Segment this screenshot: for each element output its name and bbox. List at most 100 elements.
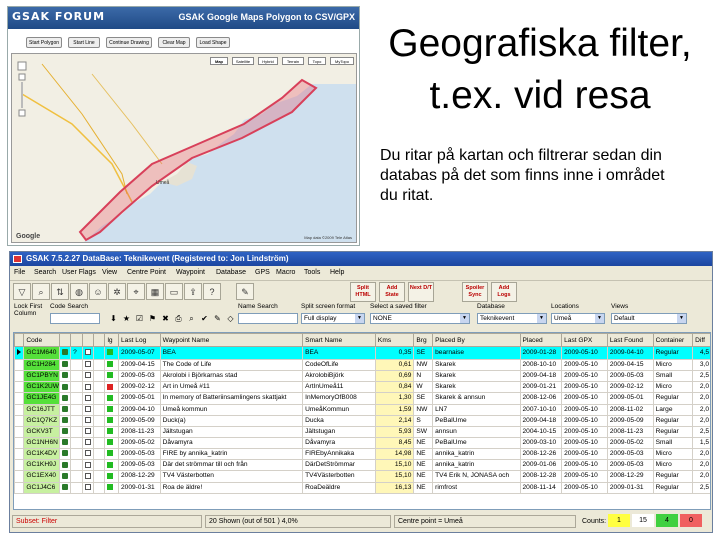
cell-lg-icon[interactable] bbox=[104, 459, 119, 472]
cell-waypoint-name[interactable]: FIRE by annika_katrin bbox=[159, 448, 304, 461]
cell-status-icon[interactable] bbox=[93, 448, 106, 461]
load-shape-button[interactable]: Load Shape bbox=[196, 37, 230, 48]
cell-found-icon[interactable] bbox=[70, 403, 83, 416]
zoom-out-button[interactable] bbox=[18, 109, 26, 117]
cell-kms[interactable]: 14,98 bbox=[374, 448, 415, 461]
cell-last-gpx[interactable]: 2009-05-10 bbox=[561, 346, 608, 360]
cell-code[interactable]: GC1H284 bbox=[23, 358, 60, 372]
cell-container[interactable]: Regular bbox=[652, 414, 694, 427]
cell-last-found[interactable]: 2008-12-29 bbox=[606, 470, 654, 483]
column-header-lg[interactable]: lg bbox=[104, 333, 119, 347]
cell-cache-type-icon[interactable] bbox=[58, 346, 72, 360]
cell-last-gpx[interactable]: 2009-05-10 bbox=[561, 381, 608, 394]
cell-last-log[interactable]: 2009-05-01 bbox=[117, 392, 161, 405]
cell-user-flag-icon[interactable] bbox=[81, 346, 95, 360]
cell-waypoint-name[interactable]: Jältstugan bbox=[159, 425, 304, 438]
cell-smart-name[interactable]: RoaDeäldre bbox=[302, 481, 376, 494]
map-type-terrain[interactable]: Terrain bbox=[282, 57, 304, 65]
column-header-icon[interactable] bbox=[70, 333, 83, 347]
cell-cache-type-icon[interactable] bbox=[58, 481, 72, 494]
cell-found-icon[interactable]: ? bbox=[70, 346, 83, 360]
cell-found-icon[interactable] bbox=[70, 459, 83, 472]
cell-user-flag-icon[interactable] bbox=[81, 392, 95, 405]
cell-lg-icon[interactable] bbox=[104, 358, 119, 372]
cell-last-log[interactable]: 2009-05-03 bbox=[117, 370, 161, 383]
cell-bearing[interactable]: SW bbox=[413, 425, 434, 438]
table-row[interactable]: GC1K4DV 2009-05-03 FIRE by annika_katrin FI… bbox=[14, 448, 710, 461]
cell-last-gpx[interactable]: 2009-05-10 bbox=[561, 436, 608, 450]
views-select[interactable]: Default ▼ bbox=[611, 313, 687, 324]
zoom-slider[interactable] bbox=[21, 82, 23, 108]
grid-icon[interactable]: ▦ bbox=[146, 283, 164, 300]
cell-code[interactable]: GC1EX40 bbox=[23, 470, 60, 483]
next-dt-button[interactable]: Next D/T bbox=[408, 282, 434, 302]
cell-last-gpx[interactable]: 2009-05-10 bbox=[561, 370, 608, 383]
cell-last-found[interactable]: 2009-04-15 bbox=[606, 358, 654, 372]
cell-user-flag-icon[interactable] bbox=[81, 414, 95, 427]
cell-waypoint-name[interactable]: Duck(a) bbox=[159, 414, 304, 427]
cell-status-icon[interactable] bbox=[93, 358, 106, 372]
cell-bearing[interactable]: NE bbox=[413, 481, 434, 494]
cell-bearing[interactable]: NE bbox=[413, 470, 434, 483]
cell-diff[interactable]: 4,5 bbox=[692, 346, 710, 360]
map-type-hybrid[interactable]: Hybrid bbox=[258, 57, 278, 65]
cell-kms[interactable]: 1,30 bbox=[374, 392, 415, 405]
check-icon[interactable]: ✔ bbox=[199, 313, 210, 324]
cell-bearing[interactable]: SE bbox=[413, 346, 434, 360]
cell-placed-by[interactable]: TV4 Erik N, JONASA och bbox=[432, 470, 521, 483]
cell-found-icon[interactable] bbox=[70, 470, 83, 483]
cell-code[interactable]: GCKV3T bbox=[23, 425, 60, 438]
cell-lg-icon[interactable] bbox=[104, 470, 119, 483]
cell-last-log[interactable]: 2009-01-31 bbox=[117, 481, 161, 494]
cell-placed-by[interactable]: Skarek bbox=[432, 370, 521, 383]
cell-placed[interactable]: 2008-12-26 bbox=[519, 448, 563, 461]
cell-bearing[interactable]: NW bbox=[413, 403, 434, 416]
cell-status-icon[interactable] bbox=[93, 425, 106, 438]
cell-waypoint-name[interactable]: The Code of Life bbox=[159, 358, 304, 372]
cell-placed[interactable]: 2008-10-10 bbox=[519, 358, 563, 372]
cell-kms[interactable]: 15,10 bbox=[374, 459, 415, 472]
cell-container[interactable]: Small bbox=[652, 370, 694, 383]
split-html-button[interactable]: Split HTML bbox=[350, 282, 376, 302]
cell-lg-icon[interactable] bbox=[104, 414, 119, 427]
cell-cache-type-icon[interactable] bbox=[58, 425, 72, 438]
cell-smart-name[interactable]: DärDetStrömmar bbox=[302, 459, 376, 472]
spoiler-sync-button[interactable]: Spoiler Sync bbox=[462, 282, 488, 302]
map-type-topo[interactable]: Topo bbox=[308, 57, 326, 65]
cell-last-log[interactable]: 2009-05-03 bbox=[117, 448, 161, 461]
cell-user-flag-icon[interactable] bbox=[81, 403, 95, 416]
cell-cache-type-icon[interactable] bbox=[58, 403, 72, 416]
cell-last-found[interactable]: 2009-05-03 bbox=[606, 448, 654, 461]
table-row[interactable]: GC1M640? 2009-05-07 BEA BEA 0,35 SE bearnaise 2… bbox=[14, 346, 710, 360]
cell-last-found[interactable]: 2009-02-12 bbox=[606, 381, 654, 394]
printer-icon[interactable]: ⎙ bbox=[173, 313, 184, 324]
cell-kms[interactable]: 2,14 bbox=[374, 414, 415, 427]
cell-code[interactable]: GC1Q7KZ bbox=[23, 414, 60, 427]
cell-cache-type-icon[interactable] bbox=[58, 358, 72, 372]
cell-found-icon[interactable] bbox=[70, 370, 83, 383]
cell-smart-name[interactable]: UmeåKommun bbox=[302, 403, 376, 416]
filter-icon[interactable]: ▽ bbox=[13, 283, 31, 300]
cell-last-found[interactable]: 2009-05-01 bbox=[606, 392, 654, 405]
cell-code[interactable]: GC1KH9J bbox=[23, 459, 60, 472]
gps-icon[interactable]: ⌖ bbox=[127, 283, 145, 300]
cell-status-icon[interactable] bbox=[93, 392, 106, 405]
cell-placed[interactable]: 2008-12-28 bbox=[519, 470, 563, 483]
cell-diff[interactable]: 2,0 bbox=[692, 414, 710, 427]
cell-placed[interactable]: 2009-03-10 bbox=[519, 436, 563, 450]
cell-last-found[interactable]: 2009-05-02 bbox=[606, 436, 654, 450]
menu-macro[interactable]: Macro bbox=[276, 266, 295, 279]
cell-cache-type-icon[interactable] bbox=[58, 470, 72, 483]
split-screen-select[interactable]: Full display ▼ bbox=[301, 313, 365, 324]
cell-lg-icon[interactable] bbox=[104, 448, 119, 461]
cell-lg-icon[interactable] bbox=[104, 370, 119, 383]
cell-placed[interactable]: 2009-01-28 bbox=[519, 346, 563, 360]
cell-user-flag-icon[interactable] bbox=[81, 381, 95, 394]
cell-last-found[interactable]: 2009-04-10 bbox=[606, 346, 654, 360]
cell-smart-name[interactable]: ArtInUmeå11 bbox=[302, 381, 376, 394]
add-logs-button[interactable]: Add Logs bbox=[491, 282, 517, 302]
cell-last-gpx[interactable]: 2009-05-10 bbox=[561, 403, 608, 416]
cell-last-found[interactable]: 2008-11-23 bbox=[606, 425, 654, 438]
cell-user-flag-icon[interactable] bbox=[81, 436, 95, 450]
cell-found-icon[interactable] bbox=[70, 481, 83, 494]
